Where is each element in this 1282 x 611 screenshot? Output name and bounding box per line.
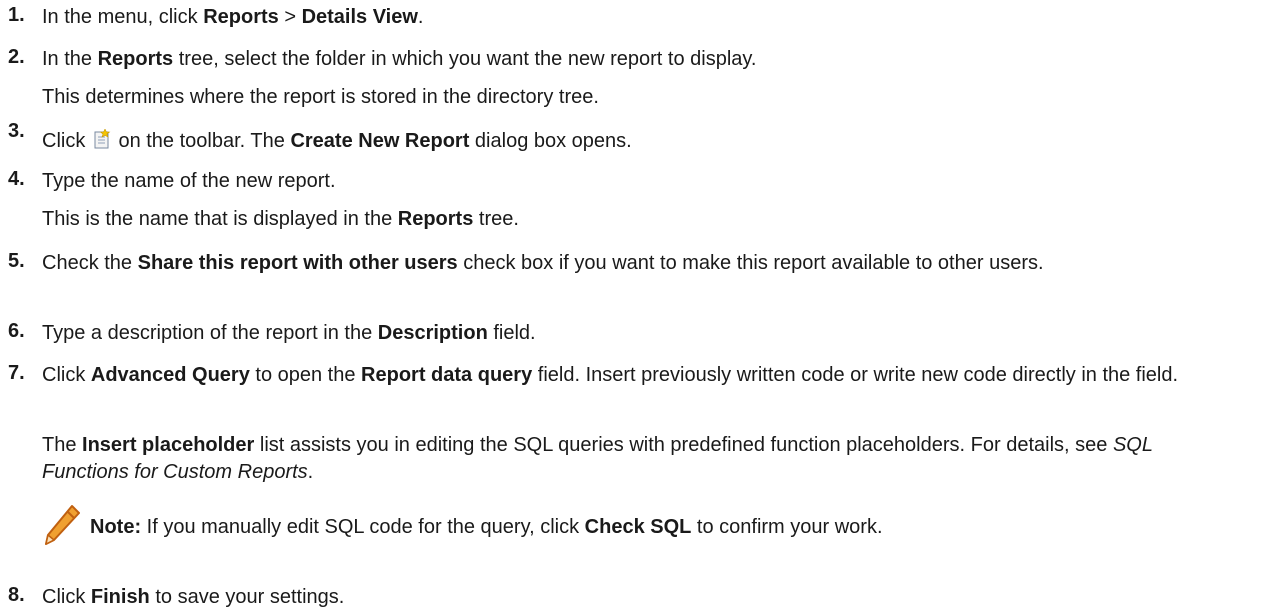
step-number: 6.	[8, 320, 25, 342]
step-text: Check the Share this report with other u…	[42, 252, 1044, 274]
step-text: Click Advanced Query to open the Report …	[42, 364, 1179, 386]
new-report-icon	[93, 128, 111, 149]
step-text: In the Reports tree, select the folder i…	[42, 48, 757, 70]
step-text: Type a description of the report in the …	[42, 322, 536, 344]
note-callout: Note: If you manually edit SQL code for …	[42, 504, 1267, 554]
pencil-icon	[42, 504, 82, 548]
step-subtext: This is the name that is displayed in th…	[42, 208, 519, 230]
step-number: 3.	[8, 120, 25, 142]
step-text: Type the name of the new report.	[42, 170, 336, 192]
advanced-query-label: Advanced Query	[90, 364, 250, 386]
insert-placeholder-label: Insert placeholder	[82, 434, 255, 456]
menu-reports: Reports	[203, 6, 279, 28]
step-text: In the menu, click Reports > Details Vie…	[42, 6, 424, 28]
share-report-checkbox-label: Share this report with other users	[137, 252, 458, 274]
step-number: 5.	[8, 250, 25, 272]
check-sql-label: Check SQL	[584, 516, 692, 538]
step-number: 1.	[8, 4, 25, 26]
step-number: 2.	[8, 46, 25, 68]
step-number: 7.	[8, 362, 25, 384]
step-number: 8.	[8, 584, 25, 606]
note-label: Note:	[90, 516, 142, 538]
reports-tree-label: Reports	[97, 48, 174, 70]
menu-details-view: Details View	[301, 6, 418, 28]
finish-label: Finish	[90, 586, 150, 608]
note-text: Note: If you manually edit SQL code for …	[90, 516, 883, 538]
report-data-query-label: Report data query	[361, 364, 533, 386]
description-field-label: Description	[377, 322, 488, 344]
step-text: Click on the toolbar. The Create New Rep…	[42, 128, 632, 152]
step-text: Click Finish to save your settings.	[42, 586, 345, 608]
step-subtext: The Insert placeholder list assists you …	[42, 434, 1153, 483]
step-subtext: This determines where the report is stor…	[42, 86, 599, 108]
create-new-report-label: Create New Report	[290, 130, 470, 152]
reports-tree-label: Reports	[397, 208, 474, 230]
step-number: 4.	[8, 168, 25, 190]
